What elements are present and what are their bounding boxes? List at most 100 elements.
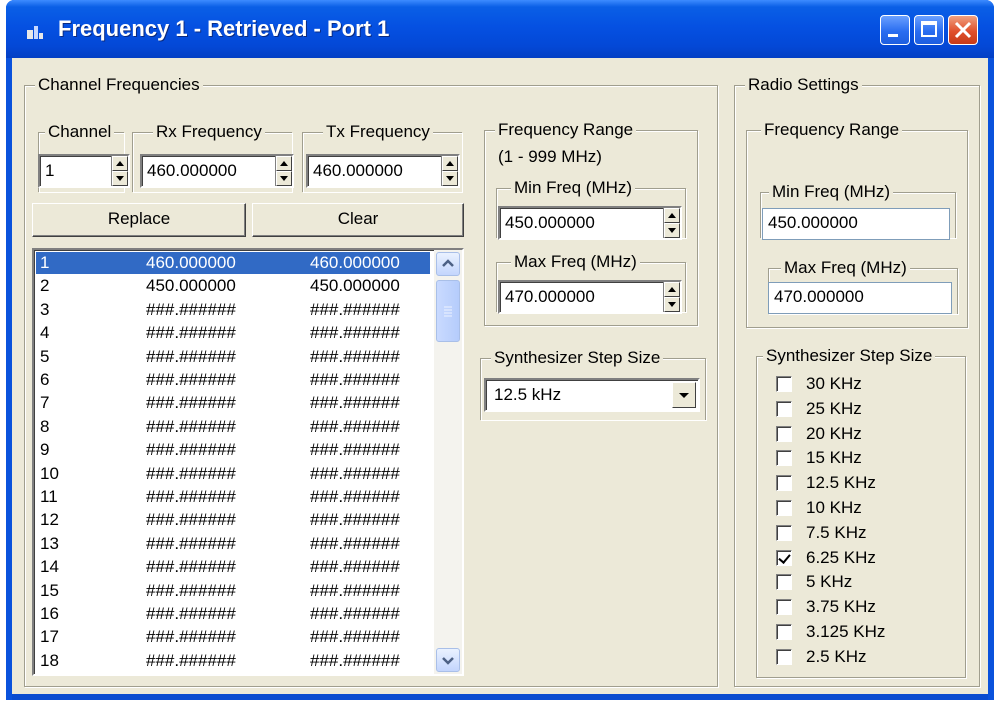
list-item[interactable]: 9 ###.###### ###.######	[36, 439, 430, 461]
tx-value: ###.######	[310, 557, 400, 577]
list-item[interactable]: 17 ###.###### ###.######	[36, 626, 430, 648]
rx-value: 460.000000	[146, 253, 236, 272]
list-item[interactable]: 4 ###.###### ###.######	[36, 322, 430, 344]
channel-list[interactable]: 1 460.000000 460.000000 2 450.000000 450.0000…	[32, 248, 464, 676]
list-item[interactable]: 5 ###.###### ###.######	[36, 346, 430, 368]
list-item[interactable]: 13 ###.###### ###.######	[36, 533, 430, 555]
channel-number: 16	[40, 604, 59, 623]
checkbox[interactable]	[776, 425, 792, 442]
rx-value: ###.######	[146, 650, 236, 670]
step-size-option-label: 7.5 KHz	[806, 522, 867, 542]
checkbox[interactable]	[776, 450, 792, 467]
checkbox[interactable]	[776, 475, 792, 492]
rx-value: ###.######	[146, 416, 236, 436]
tx-value: ###.######	[310, 299, 400, 319]
tx-value: 450.000000	[310, 276, 400, 296]
rx-value: ###.######	[146, 323, 236, 343]
window-title: Frequency 1 - Retrieved - Port 1	[58, 16, 390, 41]
arrow-up-icon	[668, 213, 676, 218]
min-freq-down-button[interactable]	[664, 223, 680, 238]
radio-max-freq-input[interactable]: 470.000000	[768, 282, 952, 314]
grip-icon	[444, 306, 452, 317]
rx-value: ###.######	[146, 557, 236, 577]
tx-down-button[interactable]	[442, 171, 458, 186]
min-freq-spin-buttons	[663, 208, 680, 238]
checkbox[interactable]	[776, 574, 792, 591]
checkbox[interactable]	[776, 524, 792, 541]
step-size-option-label: 2.5 KHz	[806, 646, 867, 666]
rx-down-button[interactable]	[276, 171, 292, 186]
channel-number: 5	[40, 346, 50, 366]
arrow-up-icon	[116, 161, 124, 166]
replace-button[interactable]: Replace	[32, 203, 246, 237]
clear-button[interactable]: Clear	[252, 203, 464, 237]
tx-value: ###.######	[310, 370, 400, 389]
channel-number: 13	[40, 533, 59, 553]
title-bar[interactable]: Frequency 1 - Retrieved - Port 1	[6, 0, 994, 58]
list-item[interactable]: 12 ###.###### ###.######	[36, 509, 430, 531]
channel-number: 18	[40, 650, 59, 670]
arrow-down-icon	[280, 176, 288, 181]
step-size-value: 12.5 kHz	[494, 385, 562, 404]
min-freq-value: 450.000000	[505, 213, 595, 232]
radio-min-freq-input[interactable]: 450.000000	[762, 208, 950, 240]
min-freq-spinner[interactable]: 450.000000	[498, 206, 682, 240]
channel-label: Channel	[45, 121, 115, 143]
checkbox[interactable]	[776, 599, 792, 616]
list-item[interactable]: 10 ###.###### ###.######	[36, 463, 430, 485]
step-size-option-label: 30 KHz	[806, 374, 862, 393]
list-item[interactable]: 2 450.000000 450.000000	[36, 275, 430, 297]
list-item[interactable]: 1 460.000000 460.000000	[36, 252, 430, 274]
tx-value: ###.######	[310, 440, 400, 460]
minimize-button[interactable]	[880, 15, 910, 45]
frequency-range-label: Frequency Range	[495, 119, 637, 141]
scroll-down-button[interactable]	[436, 648, 460, 672]
list-item[interactable]: 18 ###.###### ###.######	[36, 650, 430, 672]
tx-value: ###.######	[310, 393, 400, 413]
list-item[interactable]: 11 ###.###### ###.######	[36, 486, 430, 508]
maximize-button[interactable]	[914, 15, 944, 45]
dropdown-button[interactable]	[672, 382, 696, 408]
rx-frequency-value: 460.000000	[147, 161, 237, 180]
channel-spinner[interactable]: 1	[38, 154, 130, 188]
max-freq-down-button[interactable]	[664, 297, 680, 312]
rx-spin-buttons	[275, 156, 292, 186]
channel-number: 14	[40, 557, 59, 577]
arrow-up-icon	[668, 287, 676, 292]
list-item[interactable]: 14 ###.###### ###.######	[36, 556, 430, 578]
tx-value: ###.######	[310, 650, 400, 670]
scroll-up-button[interactable]	[436, 252, 460, 276]
checkbox[interactable]	[776, 400, 792, 417]
rx-up-button[interactable]	[276, 156, 292, 171]
checkbox[interactable]	[776, 500, 792, 516]
list-item[interactable]: 8 ###.###### ###.######	[36, 416, 430, 438]
channel-up-button[interactable]	[112, 156, 128, 171]
checkbox[interactable]	[776, 624, 792, 640]
list-item[interactable]: 7 ###.###### ###.######	[36, 392, 430, 414]
channel-down-button[interactable]	[112, 171, 128, 186]
list-item[interactable]: 3 ###.###### ###.######	[36, 299, 430, 321]
tx-spin-buttons	[441, 156, 458, 186]
radio-settings-label: Radio Settings	[745, 74, 862, 96]
list-scrollbar[interactable]	[434, 250, 462, 674]
list-item[interactable]: 6 ###.###### ###.######	[36, 369, 430, 391]
list-item[interactable]: 15 ###.###### ###.######	[36, 580, 430, 602]
checkbox[interactable]	[776, 648, 792, 665]
radio-min-freq-label: Min Freq (MHz)	[769, 181, 894, 203]
rx-frequency-spinner[interactable]: 460.000000	[140, 154, 294, 188]
step-size-option-label: 12.5 KHz	[806, 473, 876, 493]
tx-frequency-spinner[interactable]: 460.000000	[306, 154, 460, 188]
checkbox-checked[interactable]	[776, 549, 792, 566]
close-button[interactable]	[948, 15, 978, 45]
scroll-thumb[interactable]	[436, 280, 460, 342]
min-freq-up-button[interactable]	[664, 208, 680, 223]
max-freq-spinner[interactable]: 470.000000	[498, 280, 682, 314]
rx-value: ###.######	[146, 463, 236, 483]
step-size-dropdown[interactable]: 12.5 kHz	[484, 378, 700, 412]
channel-number: 17	[40, 627, 59, 647]
checkbox[interactable]	[776, 376, 792, 392]
list-item[interactable]: 16 ###.###### ###.######	[36, 603, 430, 625]
max-freq-up-button[interactable]	[664, 282, 680, 297]
step-size-option-label: 20 KHz	[806, 423, 862, 443]
tx-up-button[interactable]	[442, 156, 458, 171]
